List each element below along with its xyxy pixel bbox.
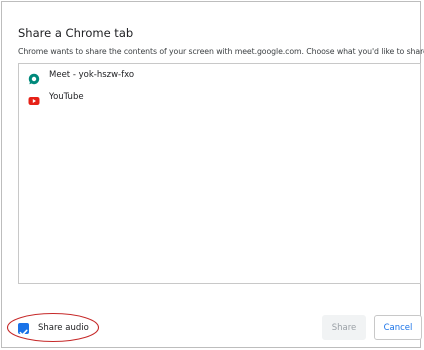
dialog-title: Share a Chrome tab [18,26,134,40]
share-audio-label: Share audio [38,323,89,333]
tab-item-youtube[interactable]: YouTube [19,88,420,108]
tab-item-label: YouTube [49,92,84,102]
share-tab-dialog: Share a Chrome tab Chrome wants to share… [1,1,424,348]
tab-list: Meet - yok-hszw-fxo YouTube [18,63,421,284]
share-audio-checkbox[interactable] [18,323,29,336]
checkmark-icon [19,329,28,336]
dialog-subtitle: Chrome wants to share the contents of yo… [18,47,424,56]
google-meet-icon [28,70,40,85]
tab-item-meet[interactable]: Meet - yok-hszw-fxo [19,66,420,86]
cancel-button[interactable]: Cancel [374,315,422,340]
youtube-icon [28,92,40,105]
tab-item-label: Meet - yok-hszw-fxo [49,70,135,80]
share-button[interactable]: Share [322,315,366,340]
